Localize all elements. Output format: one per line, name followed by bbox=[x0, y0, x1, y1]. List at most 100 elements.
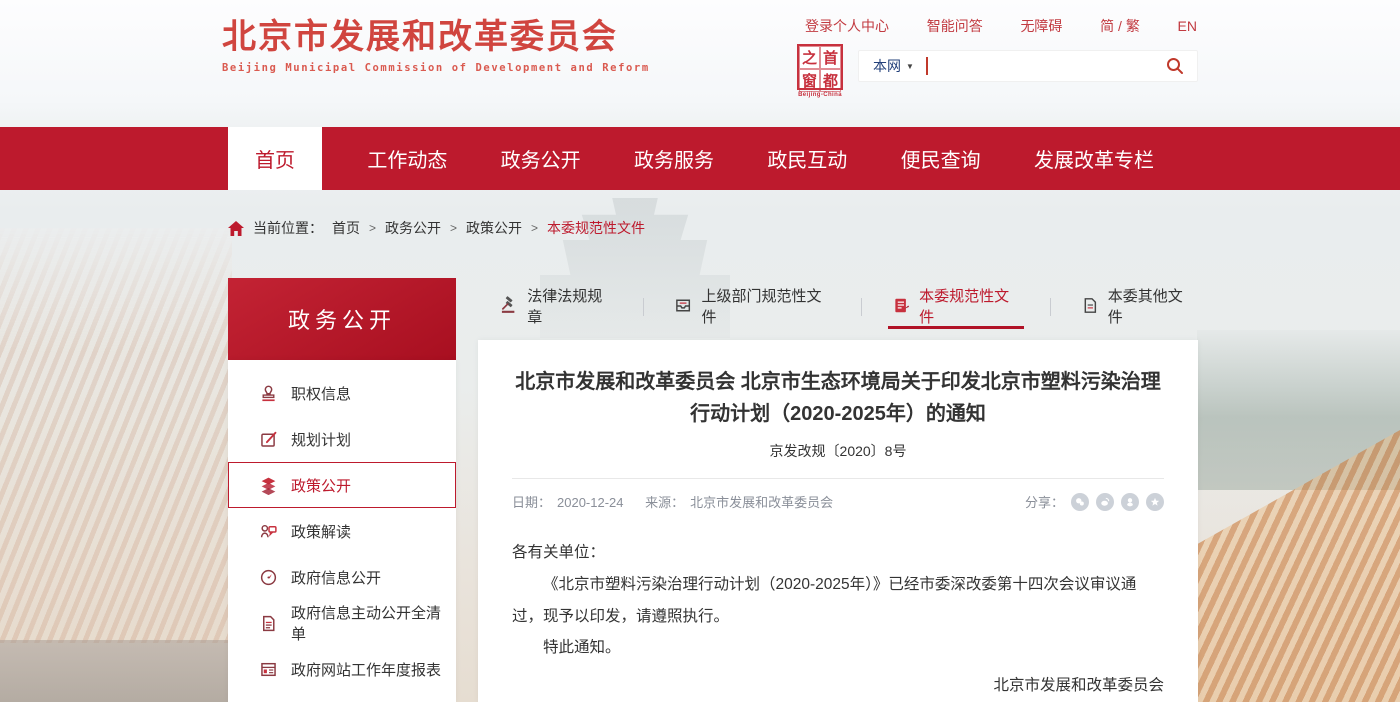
article-date-source: 日期：2020-12-24 来源：北京市发展和改革委员会 bbox=[512, 492, 839, 511]
header-utility-links: 登录个人中心 智能问答 无障碍 简 / 繁 EN bbox=[805, 16, 1197, 36]
breadcrumb: 当前位置： 首页 > 政务公开 > 政策公开 > 本委规范性文件 bbox=[228, 218, 645, 238]
article-body: 各有关单位： 《北京市塑料污染治理行动计划（2020-2025年）》已经市委深改… bbox=[512, 537, 1164, 702]
tab-divider bbox=[643, 298, 644, 316]
seal-char: 窗 bbox=[799, 69, 820, 92]
sidebar-item-label: 规划计划 bbox=[291, 429, 351, 450]
doc-red-icon bbox=[892, 296, 910, 315]
site-title: 北京市发展和改革委员会 bbox=[222, 17, 650, 58]
sidebar-item-policy-disclosure[interactable]: 政策公开 bbox=[228, 462, 456, 508]
nav-item-home[interactable]: 首页 bbox=[228, 127, 322, 190]
search-bar: 本网 ▼ bbox=[858, 50, 1198, 82]
breadcrumb-separator: > bbox=[531, 221, 538, 235]
reader-chat-icon bbox=[259, 522, 278, 541]
tab-label: 法律法规规章 bbox=[527, 285, 613, 327]
article-doc-number: 京发改规〔2020〕8号 bbox=[512, 441, 1164, 461]
breadcrumb-prefix: 当前位置： bbox=[253, 218, 323, 238]
chevron-down-icon: ▼ bbox=[906, 62, 914, 71]
tab-laws-regulations[interactable]: 法律法规规章 bbox=[496, 285, 617, 329]
document-type-tabs: 法律法规规章 上级部门规范性文件 本委规范性文件 bbox=[478, 285, 1198, 329]
beijing-china-seal-logo[interactable]: 之 首 窗 都 Beijing-China bbox=[795, 44, 845, 98]
breadcrumb-separator: > bbox=[369, 221, 376, 235]
gavel-icon bbox=[500, 296, 518, 315]
accessibility-link[interactable]: 无障碍 bbox=[1020, 16, 1062, 36]
tab-divider bbox=[1050, 298, 1051, 316]
site-logo[interactable]: 北京市发展和改革委员会 Beijing Municipal Commission… bbox=[222, 17, 650, 74]
divider bbox=[512, 478, 1164, 479]
seal-icon: 之 首 窗 都 bbox=[797, 44, 843, 90]
search-input[interactable] bbox=[934, 53, 1163, 79]
breadcrumb-home[interactable]: 首页 bbox=[332, 218, 360, 238]
breadcrumb-gov-disclosure[interactable]: 政务公开 bbox=[385, 218, 441, 238]
layers-icon bbox=[259, 476, 278, 495]
main-content: 法律法规规章 上级部门规范性文件 本委规范性文件 bbox=[478, 285, 1198, 702]
sidebar-item-label: 职权信息 bbox=[291, 383, 351, 404]
sidebar-item-policy-interpretation[interactable]: 政策解读 bbox=[228, 508, 456, 554]
page: 北京市发展和改革委员会 Beijing Municipal Commission… bbox=[0, 0, 1400, 702]
nav-item-convenient-query[interactable]: 便民查询 bbox=[893, 127, 989, 190]
seal-stamp-icon bbox=[259, 384, 278, 403]
article-signature: 北京市发展和改革委员会 bbox=[512, 670, 1164, 702]
inbox-icon bbox=[674, 296, 692, 315]
tab-commission-other-docs[interactable]: 本委其他文件 bbox=[1077, 285, 1198, 329]
seal-char: 都 bbox=[820, 69, 841, 92]
sidebar-item-plans[interactable]: 规划计划 bbox=[228, 416, 456, 462]
sidebar: 政务公开 职权信息 规划计划 bbox=[228, 278, 456, 702]
sidebar-item-authority-info[interactable]: 职权信息 bbox=[228, 370, 456, 416]
background-roof-left bbox=[0, 228, 232, 643]
document-icon bbox=[259, 614, 278, 633]
nav-item-gov-services[interactable]: 政务服务 bbox=[626, 127, 722, 190]
sidebar-item-label: 政府网站工作年度报表 bbox=[291, 659, 441, 680]
wechat-share-icon[interactable] bbox=[1071, 493, 1089, 511]
more-share-icon[interactable] bbox=[1146, 493, 1164, 511]
article-paragraph: 各有关单位： bbox=[512, 537, 1164, 569]
seal-caption: Beijing-China bbox=[795, 92, 845, 98]
pencil-square-icon bbox=[259, 430, 278, 449]
search-icon bbox=[1165, 56, 1185, 76]
sidebar-menu: 职权信息 规划计划 政策公开 bbox=[228, 360, 456, 702]
seal-char: 首 bbox=[820, 46, 841, 69]
nav-item-public-interaction[interactable]: 政民互动 bbox=[759, 127, 855, 190]
sidebar-item-label: 政策解读 bbox=[291, 521, 351, 542]
report-icon bbox=[259, 660, 278, 679]
date-label: 日期： bbox=[512, 495, 551, 510]
tab-superior-normative-docs[interactable]: 上级部门规范性文件 bbox=[670, 285, 835, 329]
home-icon bbox=[228, 221, 244, 236]
qq-share-icon[interactable] bbox=[1121, 493, 1139, 511]
weibo-share-icon[interactable] bbox=[1096, 493, 1114, 511]
sidebar-title: 政务公开 bbox=[228, 278, 456, 360]
sidebar-item-gov-info-disclosure[interactable]: 政府信息公开 bbox=[228, 554, 456, 600]
tab-label: 本委规范性文件 bbox=[919, 285, 1020, 327]
article-panel: 北京市发展和改革委员会 北京市生态环境局关于印发北京市塑料污染治理行动计划（20… bbox=[478, 340, 1198, 702]
sidebar-item-label: 政策公开 bbox=[291, 475, 351, 496]
sidebar-item-label: 政府信息公开 bbox=[291, 567, 381, 588]
primary-nav: 首页 工作动态 政务公开 政务服务 政民互动 便民查询 发展改革专栏 bbox=[0, 127, 1400, 190]
breadcrumb-separator: > bbox=[450, 221, 457, 235]
nav-item-gov-disclosure[interactable]: 政务公开 bbox=[493, 127, 589, 190]
article-title: 北京市发展和改革委员会 北京市生态环境局关于印发北京市塑料污染治理行动计划（20… bbox=[512, 367, 1164, 430]
share-label: 分享： bbox=[1025, 492, 1064, 511]
simplified-traditional-toggle[interactable]: 简 / 繁 bbox=[1100, 16, 1140, 36]
search-button[interactable] bbox=[1163, 54, 1187, 78]
sidebar-item-website-annual-report[interactable]: 政府网站工作年度报表 bbox=[228, 646, 456, 692]
sidebar-item-fee-catalog[interactable]: 收费目录 bbox=[228, 692, 456, 702]
compass-icon bbox=[259, 568, 278, 587]
english-link[interactable]: EN bbox=[1178, 18, 1197, 34]
article-meta: 日期：2020-12-24 来源：北京市发展和改革委员会 分享： bbox=[512, 492, 1164, 511]
nav-item-reform-special[interactable]: 发展改革专栏 bbox=[1026, 127, 1162, 190]
file-icon bbox=[1081, 296, 1099, 315]
article-paragraph: 《北京市塑料污染治理行动计划（2020-2025年）》已经市委深改委第十四次会议… bbox=[512, 569, 1164, 633]
breadcrumb-policy-disclosure[interactable]: 政策公开 bbox=[466, 218, 522, 238]
source-value: 北京市发展和改革委员会 bbox=[690, 495, 833, 510]
tab-commission-normative-docs[interactable]: 本委规范性文件 bbox=[888, 285, 1024, 329]
search-scope-dropdown[interactable]: 本网 ▼ bbox=[869, 56, 918, 76]
breadcrumb-current: 本委规范性文件 bbox=[547, 218, 645, 238]
date-value: 2020-12-24 bbox=[557, 495, 624, 510]
background-wall-left bbox=[0, 640, 232, 702]
login-personal-center-link[interactable]: 登录个人中心 bbox=[805, 16, 889, 36]
tab-divider bbox=[861, 298, 862, 316]
smart-qa-link[interactable]: 智能问答 bbox=[927, 16, 983, 36]
tab-label: 上级部门规范性文件 bbox=[702, 285, 831, 327]
sidebar-item-proactive-disclosure-list[interactable]: 政府信息主动公开全清单 bbox=[228, 600, 456, 646]
share-toolbar: 分享： bbox=[1025, 492, 1164, 511]
nav-item-work-news[interactable]: 工作动态 bbox=[359, 127, 455, 190]
